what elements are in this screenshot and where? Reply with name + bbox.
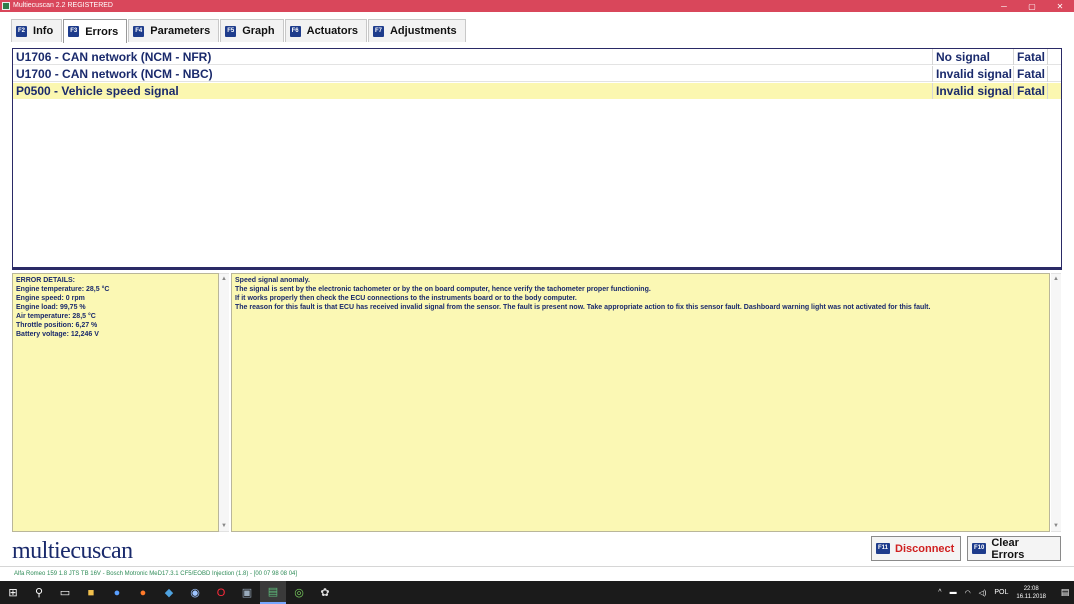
- tab-label: Actuators: [306, 25, 358, 37]
- details-scrollbar[interactable]: ▲ ▼: [219, 273, 229, 532]
- opera-icon[interactable]: O: [208, 581, 234, 604]
- tab-info[interactable]: F2 Info: [11, 19, 63, 42]
- clock-date: 16.11.2018: [1016, 593, 1046, 600]
- error-row-selected[interactable]: P0500 - Vehicle speed signal Invalid sig…: [13, 83, 1061, 99]
- detail-line: Battery voltage: 12,246 V: [16, 331, 99, 338]
- steam-icon[interactable]: ◉: [182, 581, 208, 604]
- system-tray: ^ ▬ ◠ ◁) POL 22:08 16.11.2018 ▤: [934, 581, 1074, 604]
- clock-time: 22:08: [1023, 585, 1039, 592]
- error-details-pane: ERROR DETAILS: Engine temperature: 28,5 …: [12, 273, 219, 532]
- error-severity: Fatal: [1014, 83, 1048, 99]
- button-label: Disconnect: [895, 542, 955, 555]
- tab-label: Errors: [85, 25, 119, 38]
- tab-graph[interactable]: F5 Graph: [220, 19, 284, 42]
- start-icon[interactable]: ⊞: [0, 581, 26, 604]
- button-label: Clear Errors: [991, 536, 1025, 561]
- restore-button[interactable]: ▢: [1018, 0, 1046, 12]
- brand-logo: multiecuscan: [12, 538, 133, 564]
- f4-key-badge: F4: [133, 25, 145, 37]
- error-code: U1700 - CAN network (NCM - NBC): [13, 66, 933, 82]
- volume-icon[interactable]: ◁): [979, 589, 987, 597]
- description-scrollbar[interactable]: ▲ ▼: [1051, 273, 1061, 532]
- f10-key-badge: F10: [972, 543, 987, 554]
- multiecuscan-icon[interactable]: ▤: [260, 581, 286, 604]
- task-view-icon[interactable]: ▭: [52, 581, 78, 604]
- title-bar: Multiecuscan 2.2 REGISTERED ─ ▢ ✕: [0, 0, 1074, 12]
- close-button[interactable]: ✕: [1046, 0, 1074, 12]
- error-severity: Fatal: [1014, 66, 1048, 82]
- minimize-button[interactable]: ─: [990, 0, 1018, 12]
- input-language[interactable]: POL: [994, 589, 1008, 596]
- scroll-down-icon[interactable]: ▼: [219, 521, 229, 531]
- error-description-pane: Speed signal anomaly. The signal is sent…: [231, 273, 1050, 532]
- battery-icon[interactable]: ▬: [950, 589, 957, 596]
- browser-icon[interactable]: ●: [104, 581, 130, 604]
- tab-parameters[interactable]: F4 Parameters: [128, 19, 220, 42]
- tab-label: Graph: [242, 25, 275, 37]
- status-bar: Alfa Romeo 159 1.8 JTS TB 16V - Bosch Mo…: [0, 566, 1074, 581]
- scroll-up-icon[interactable]: ▲: [219, 274, 229, 284]
- taskbar: ⊞ ⚲ ▭ ■ ● ● ◆ ◉ O ▣ ▤ ◎ ✿ ^ ▬ ◠ ◁) POL 2…: [0, 581, 1074, 604]
- error-severity: Fatal: [1014, 49, 1048, 65]
- detail-line: Air temperature: 28,5 °C: [16, 313, 96, 320]
- tab-label: Adjustments: [389, 25, 457, 37]
- description-line: The signal is sent by the electronic tac…: [235, 286, 651, 293]
- error-status: Invalid signal: [933, 66, 1014, 82]
- description-line: The reason for this fault is that ECU ha…: [235, 304, 931, 311]
- file-explorer-icon[interactable]: ■: [78, 581, 104, 604]
- detail-line: Engine temperature: 28,5 °C: [16, 286, 110, 293]
- tab-bar: F2 Info F3 Errors F4 Parameters F5 Graph…: [11, 19, 467, 43]
- error-list: U1706 - CAN network (NCM - NFR) No signa…: [12, 48, 1062, 268]
- app2-icon[interactable]: ▣: [234, 581, 260, 604]
- tab-label: Info: [33, 25, 54, 37]
- clock[interactable]: 22:08 16.11.2018: [1016, 585, 1046, 601]
- f7-key-badge: F7: [372, 25, 384, 37]
- description-line: If it works properly then check the ECU …: [235, 295, 577, 302]
- list-separator: [12, 268, 1062, 270]
- scroll-up-icon[interactable]: ▲: [1051, 274, 1061, 284]
- error-row[interactable]: U1706 - CAN network (NCM - NFR) No signa…: [13, 49, 1061, 65]
- main-area: F2 Info F3 Errors F4 Parameters F5 Graph…: [0, 12, 1074, 566]
- chrome-icon[interactable]: ◎: [286, 581, 312, 604]
- tab-label: Parameters: [150, 25, 211, 37]
- error-status: Invalid signal: [933, 83, 1014, 99]
- chevron-up-icon[interactable]: ^: [938, 589, 941, 596]
- f2-key-badge: F2: [16, 25, 28, 37]
- f6-key-badge: F6: [289, 25, 301, 37]
- disconnect-button[interactable]: F11 Disconnect: [871, 536, 961, 561]
- search-icon[interactable]: ⚲: [26, 581, 52, 604]
- error-status: No signal: [933, 49, 1014, 65]
- firefox-icon[interactable]: ●: [130, 581, 156, 604]
- detail-line: Engine load: 99,75 %: [16, 304, 86, 311]
- notification-icon[interactable]: ▤: [1056, 581, 1074, 604]
- window-title: Multiecuscan 2.2 REGISTERED: [13, 2, 113, 9]
- app3-icon[interactable]: ✿: [312, 581, 338, 604]
- error-details-heading: ERROR DETAILS:: [16, 277, 75, 284]
- app-icon[interactable]: ◆: [156, 581, 182, 604]
- tab-adjustments[interactable]: F7 Adjustments: [367, 19, 466, 42]
- error-code: U1706 - CAN network (NCM - NFR): [13, 49, 933, 65]
- error-code: P0500 - Vehicle speed signal: [13, 83, 933, 99]
- clear-errors-button[interactable]: F10 Clear Errors: [967, 536, 1061, 561]
- detail-line: Throttle position: 6,27 %: [16, 322, 98, 329]
- network-icon[interactable]: ◠: [965, 589, 971, 597]
- detail-line: Engine speed: 0 rpm: [16, 295, 85, 302]
- description-line: Speed signal anomaly.: [235, 277, 310, 284]
- tab-actuators[interactable]: F6 Actuators: [284, 19, 367, 42]
- f11-key-badge: F11: [876, 543, 891, 554]
- scroll-down-icon[interactable]: ▼: [1051, 521, 1061, 531]
- f3-key-badge: F3: [68, 26, 80, 37]
- tab-errors[interactable]: F3 Errors: [63, 19, 128, 43]
- f5-key-badge: F5: [225, 25, 237, 37]
- error-row[interactable]: U1700 - CAN network (NCM - NBC) Invalid …: [13, 66, 1061, 82]
- app-icon: [2, 2, 10, 10]
